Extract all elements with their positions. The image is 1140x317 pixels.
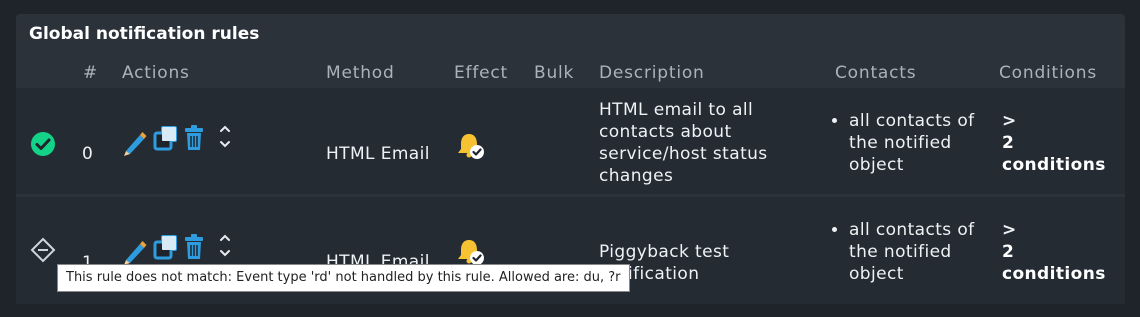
panel-title: Global notification rules	[29, 24, 260, 44]
col-header-contacts: Contacts	[835, 63, 917, 83]
move-up-down-icon[interactable]	[218, 122, 232, 152]
rule-conditions-toggle[interactable]: > 2 conditions	[1002, 219, 1122, 285]
clone-icon[interactable]	[153, 125, 179, 151]
col-header-effect: Effect	[454, 63, 508, 83]
edit-pencil-icon[interactable]	[122, 128, 148, 156]
contact-item: all contacts of the notified object	[849, 110, 989, 176]
rule-match-tooltip: This rule does not match: Event type 'rd…	[57, 264, 630, 292]
conditions-count[interactable]: 2 conditions	[1002, 132, 1122, 176]
delete-trash-icon[interactable]	[184, 125, 204, 151]
chevron-right-icon[interactable]: >	[1002, 219, 1122, 241]
move-up-down-icon[interactable]	[218, 231, 232, 261]
notification-rules-panel: Global notification rules # Actions Meth…	[16, 14, 1125, 304]
conditions-count[interactable]: 2 conditions	[1002, 241, 1122, 285]
delete-trash-icon[interactable]	[184, 234, 204, 260]
check-circle-icon	[31, 132, 55, 156]
rule-conditions-toggle[interactable]: > 2 conditions	[1002, 110, 1122, 176]
col-header-number: #	[83, 63, 99, 83]
table-row: 0 HTML Email HTML email to all contacts …	[16, 88, 1125, 194]
rule-method: HTML Email	[326, 144, 430, 164]
bell-enabled-icon	[458, 134, 484, 159]
col-header-description: Description	[599, 63, 705, 83]
no-match-diamond-icon	[30, 237, 56, 263]
contact-item: all contacts of the notified object	[849, 219, 989, 285]
chevron-right-icon[interactable]: >	[1002, 110, 1122, 132]
rule-contacts: all contacts of the notified object	[829, 219, 989, 285]
clone-icon[interactable]	[153, 234, 179, 260]
col-header-bulk: Bulk	[534, 63, 575, 83]
rule-number: 0	[82, 144, 94, 164]
bell-enabled-icon	[458, 240, 484, 265]
rule-actions	[122, 125, 242, 162]
rule-description: HTML email to all contacts about service…	[599, 100, 768, 186]
rule-contacts: all contacts of the notified object	[829, 110, 989, 176]
col-header-conditions: Conditions	[999, 63, 1097, 83]
edit-pencil-icon[interactable]	[122, 237, 148, 265]
col-header-method: Method	[326, 63, 395, 83]
col-header-actions: Actions	[122, 63, 190, 83]
